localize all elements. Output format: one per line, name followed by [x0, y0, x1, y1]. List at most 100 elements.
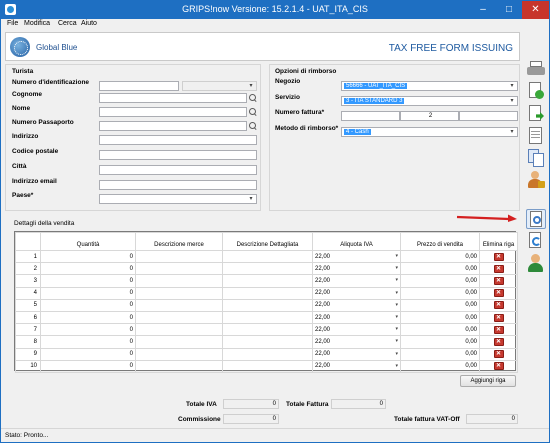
detailed-description-cell[interactable]: [222, 298, 313, 312]
delete-row-icon[interactable]: ✕: [493, 301, 504, 310]
vat-rate-cell[interactable]: 22,00 ▾: [312, 323, 401, 337]
delete-row-icon[interactable]: ✕: [493, 313, 504, 322]
quantity-cell[interactable]: 0: [40, 249, 136, 264]
menu-aiuto[interactable]: Aiuto: [81, 20, 97, 27]
passport-input[interactable]: [99, 121, 247, 131]
detailed-description-cell[interactable]: [222, 323, 313, 337]
vat-rate-cell[interactable]: 22,00 ▾: [312, 359, 401, 373]
store-select[interactable]: 56666 - UAT_ITA_CIS ▾: [341, 81, 518, 91]
vat-rate-cell[interactable]: 22,00 ▾: [312, 347, 401, 361]
description-cell[interactable]: [135, 359, 223, 373]
quantity-cell[interactable]: 0: [40, 347, 136, 361]
quantity-cell[interactable]: 0: [40, 274, 136, 288]
sale-price-cell[interactable]: 0,00: [400, 249, 480, 264]
quantity-cell[interactable]: 0: [40, 298, 136, 312]
sale-price-cell[interactable]: 0,00: [400, 262, 480, 276]
sale-price-cell[interactable]: 0,00: [400, 286, 480, 300]
description-cell[interactable]: [135, 274, 223, 288]
quantity-cell[interactable]: 0: [40, 262, 136, 276]
description-cell[interactable]: [135, 347, 223, 361]
print-icon[interactable]: [526, 59, 546, 79]
vat-rate-cell[interactable]: 22,00 ▾: [312, 298, 401, 312]
detailed-description-cell[interactable]: [222, 262, 313, 276]
service-select[interactable]: 3 - ITA STANDARD 3 ▾: [341, 96, 518, 106]
user-lock-icon[interactable]: [526, 170, 546, 190]
sale-price-cell[interactable]: 0,00: [400, 347, 480, 361]
detailed-description-cell[interactable]: [222, 274, 313, 288]
sale-price-cell[interactable]: 0,00: [400, 274, 480, 288]
document-export-icon[interactable]: [526, 104, 546, 124]
detailed-description-cell[interactable]: [222, 347, 313, 361]
description-cell[interactable]: [135, 298, 223, 312]
user-icon[interactable]: [526, 253, 546, 273]
city-input[interactable]: [99, 165, 257, 175]
close-button[interactable]: ✕: [522, 1, 549, 19]
invoice-number-part1[interactable]: [341, 111, 400, 121]
delete-row-icon[interactable]: ✕: [493, 337, 504, 346]
table-row[interactable]: 1 0 22,00 ▾ 0,00 ✕: [15, 249, 518, 264]
sale-price-cell[interactable]: 0,00: [400, 298, 480, 312]
detailed-description-cell[interactable]: [222, 359, 313, 373]
delete-row-icon[interactable]: ✕: [493, 264, 504, 273]
quantity-cell[interactable]: 0: [40, 286, 136, 300]
table-row[interactable]: 4 0 22,00 ▾ 0,00 ✕: [15, 286, 518, 300]
copy-documents-icon[interactable]: [526, 148, 546, 168]
name-search-icon[interactable]: [249, 108, 257, 116]
description-cell[interactable]: [135, 286, 223, 300]
surname-input[interactable]: [99, 93, 247, 103]
description-cell[interactable]: [135, 335, 223, 349]
document-refresh-icon[interactable]: [526, 231, 546, 251]
delete-row-icon[interactable]: ✕: [493, 325, 504, 334]
surname-search-icon[interactable]: [249, 94, 257, 102]
detailed-description-cell[interactable]: [222, 249, 313, 264]
menu-file[interactable]: File: [7, 20, 18, 27]
vat-rate-cell[interactable]: 22,00 ▾: [312, 262, 401, 276]
table-row[interactable]: 6 0 22,00 ▾ 0,00 ✕: [15, 310, 518, 325]
description-cell[interactable]: [135, 249, 223, 264]
table-row[interactable]: 9 0 22,00 ▾ 0,00 ✕: [15, 347, 518, 361]
vat-rate-cell[interactable]: 22,00 ▾: [312, 286, 401, 300]
description-cell[interactable]: [135, 310, 223, 325]
menu-modifica[interactable]: Modifica: [24, 20, 50, 27]
country-select[interactable]: ▾: [99, 194, 257, 204]
email-input[interactable]: [99, 180, 257, 190]
passport-search-icon[interactable]: [249, 122, 257, 130]
menu-cerca[interactable]: Cerca: [58, 20, 77, 27]
quantity-cell[interactable]: 0: [40, 359, 136, 373]
document-icon[interactable]: [526, 126, 546, 146]
description-cell[interactable]: [135, 323, 223, 337]
quantity-cell[interactable]: 0: [40, 335, 136, 349]
table-row[interactable]: 3 0 22,00 ▾ 0,00 ✕: [15, 274, 518, 288]
search-document-icon[interactable]: [526, 209, 546, 229]
delete-row-icon[interactable]: ✕: [493, 362, 504, 371]
quantity-cell[interactable]: 0: [40, 310, 136, 325]
table-row[interactable]: 2 0 22,00 ▾ 0,00 ✕: [15, 262, 518, 276]
vat-rate-cell[interactable]: 22,00 ▾: [312, 335, 401, 349]
refund-method-select[interactable]: 4 - Cash ▾: [341, 127, 518, 137]
detailed-description-cell[interactable]: [222, 310, 313, 325]
vat-rate-cell[interactable]: 22,00 ▾: [312, 310, 401, 325]
delete-row-icon[interactable]: ✕: [493, 350, 504, 359]
maximize-button[interactable]: □: [496, 1, 522, 19]
sale-price-cell[interactable]: 0,00: [400, 359, 480, 373]
table-row[interactable]: 5 0 22,00 ▾ 0,00 ✕: [15, 298, 518, 312]
detailed-description-cell[interactable]: [222, 335, 313, 349]
vat-rate-cell[interactable]: 22,00 ▾: [312, 249, 401, 264]
quantity-cell[interactable]: 0: [40, 323, 136, 337]
vat-rate-cell[interactable]: 22,00 ▾: [312, 274, 401, 288]
address-input[interactable]: [99, 135, 257, 145]
delete-row-icon[interactable]: ✕: [493, 252, 504, 261]
minimize-button[interactable]: –: [470, 1, 496, 19]
name-input[interactable]: [99, 107, 247, 117]
add-row-button[interactable]: Aggiungi riga: [460, 375, 516, 387]
id-number-input[interactable]: [99, 81, 179, 91]
table-row[interactable]: 8 0 22,00 ▾ 0,00 ✕: [15, 335, 518, 349]
table-row[interactable]: 10 0 22,00 ▾ 0,00 ✕: [15, 359, 518, 373]
detailed-description-cell[interactable]: [222, 286, 313, 300]
sale-price-cell[interactable]: 0,00: [400, 323, 480, 337]
table-row[interactable]: 7 0 22,00 ▾ 0,00 ✕: [15, 323, 518, 337]
delete-row-icon[interactable]: ✕: [493, 276, 504, 285]
invoice-number-part3[interactable]: [459, 111, 518, 121]
document-add-icon[interactable]: [526, 81, 546, 101]
description-cell[interactable]: [135, 262, 223, 276]
